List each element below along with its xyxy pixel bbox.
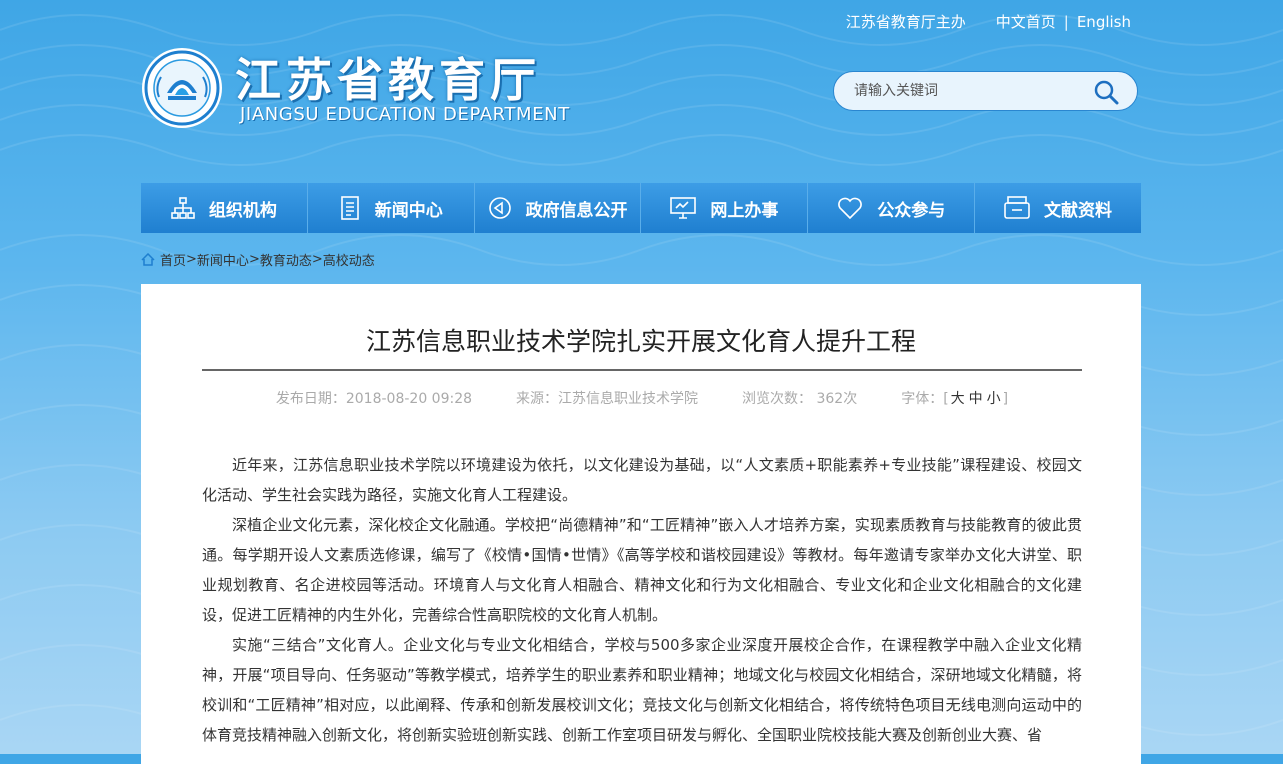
article-panel: 江苏信息职业技术学院扎实开展文化育人提升工程 发布日期：2018-08-20 0… bbox=[141, 284, 1141, 764]
font-size-controls: 字体：[大中小] bbox=[901, 388, 1008, 408]
font-size-bracket-close: ] bbox=[1002, 391, 1009, 407]
font-size-bracket-open: [ bbox=[943, 391, 949, 407]
logo-english-name: JIANGSU EDUCATION DEPARTMENT bbox=[240, 104, 570, 125]
document-icon bbox=[340, 196, 359, 220]
monitor-icon bbox=[670, 197, 697, 219]
english-link[interactable]: English bbox=[1077, 13, 1131, 31]
nav-item-label: 政府信息公开 bbox=[525, 200, 628, 221]
nav-item-public-participation[interactable]: 公众参与 bbox=[808, 183, 976, 233]
nav-item-label: 组织机构 bbox=[208, 200, 277, 221]
font-size-label: 字体： bbox=[901, 391, 944, 407]
logo-chinese-name[interactable]: 江苏省教育厅 bbox=[235, 44, 541, 110]
breadcrumb-separator: > bbox=[311, 252, 323, 267]
nav-item-documents[interactable]: 文献资料 bbox=[975, 183, 1141, 233]
title-divider bbox=[202, 369, 1082, 371]
top-links: 江苏省教育厅主办 中文首页 | English bbox=[846, 11, 1131, 32]
breadcrumb-separator: > bbox=[248, 252, 260, 267]
view-count: 浏览次数： 362次 bbox=[742, 391, 858, 407]
article-source: 来源：江苏信息职业技术学院 bbox=[516, 391, 699, 407]
search-icon[interactable] bbox=[1093, 79, 1119, 105]
sponsor-text: 江苏省教育厅主办 bbox=[845, 13, 966, 31]
breadcrumb-news[interactable]: 新闻中心 bbox=[197, 250, 249, 269]
nav-item-gov-info[interactable]: 政府信息公开 bbox=[475, 183, 642, 233]
article-meta: 发布日期：2018-08-20 09:28 来源：江苏信息职业技术学院 浏览次数… bbox=[202, 388, 1082, 408]
nav-item-label: 公众参与 bbox=[877, 200, 946, 221]
department-emblem-icon[interactable] bbox=[141, 47, 223, 129]
archive-icon bbox=[1004, 196, 1030, 219]
breadcrumb-education-news[interactable]: 教育动态 bbox=[260, 250, 312, 269]
main-navigation: 组织机构 新闻中心 政府信息公开 网上办事 公众参与 文献资料 bbox=[141, 183, 1141, 233]
megaphone-icon bbox=[488, 197, 511, 219]
org-chart-icon bbox=[171, 197, 195, 219]
publish-date: 发布日期：2018-08-20 09:28 bbox=[275, 391, 473, 407]
nav-item-label: 文献资料 bbox=[1044, 200, 1113, 221]
article-paragraph: 深植企业文化元素，深化校企文化融通。学校把“尚德精神”和“工匠精神”嵌入人才培养… bbox=[202, 516, 1082, 624]
article-paragraph: 近年来，江苏信息职业技术学院以环境建设为依托，以文化建设为基础，以“人文素质+职… bbox=[202, 456, 1082, 504]
font-size-medium[interactable]: 中 bbox=[969, 391, 983, 407]
nav-item-organization[interactable]: 组织机构 bbox=[141, 183, 308, 233]
nav-item-label: 网上办事 bbox=[710, 200, 779, 221]
search-input[interactable] bbox=[852, 82, 1086, 100]
link-separator: | bbox=[1063, 12, 1069, 31]
home-icon bbox=[141, 253, 155, 266]
article-body: 近年来，江苏信息职业技术学院以环境建设为依托，以文化建设为基础，以“人文素质+职… bbox=[202, 450, 1082, 750]
article-paragraph: 实施“三结合”文化育人。企业文化与专业文化相结合，学校与500多家企业深度开展校… bbox=[202, 636, 1082, 744]
nav-item-news[interactable]: 新闻中心 bbox=[308, 183, 475, 233]
chinese-home-link[interactable]: 中文首页 bbox=[996, 11, 1056, 32]
font-size-large[interactable]: 大 bbox=[951, 391, 965, 407]
breadcrumb-university-news[interactable]: 高校动态 bbox=[323, 250, 375, 269]
nav-item-online-service[interactable]: 网上办事 bbox=[641, 183, 809, 233]
nav-item-label: 新闻中心 bbox=[374, 200, 443, 221]
breadcrumb-home[interactable]: 首页 bbox=[160, 250, 186, 269]
breadcrumb: 首页 > 新闻中心 > 教育动态 > 高校动态 bbox=[141, 250, 375, 269]
font-size-small[interactable]: 小 bbox=[987, 391, 1001, 407]
heart-icon bbox=[838, 197, 863, 220]
search-box bbox=[833, 71, 1138, 111]
article-title: 江苏信息职业技术学院扎实开展文化育人提升工程 bbox=[365, 327, 916, 356]
breadcrumb-separator: > bbox=[186, 252, 197, 267]
